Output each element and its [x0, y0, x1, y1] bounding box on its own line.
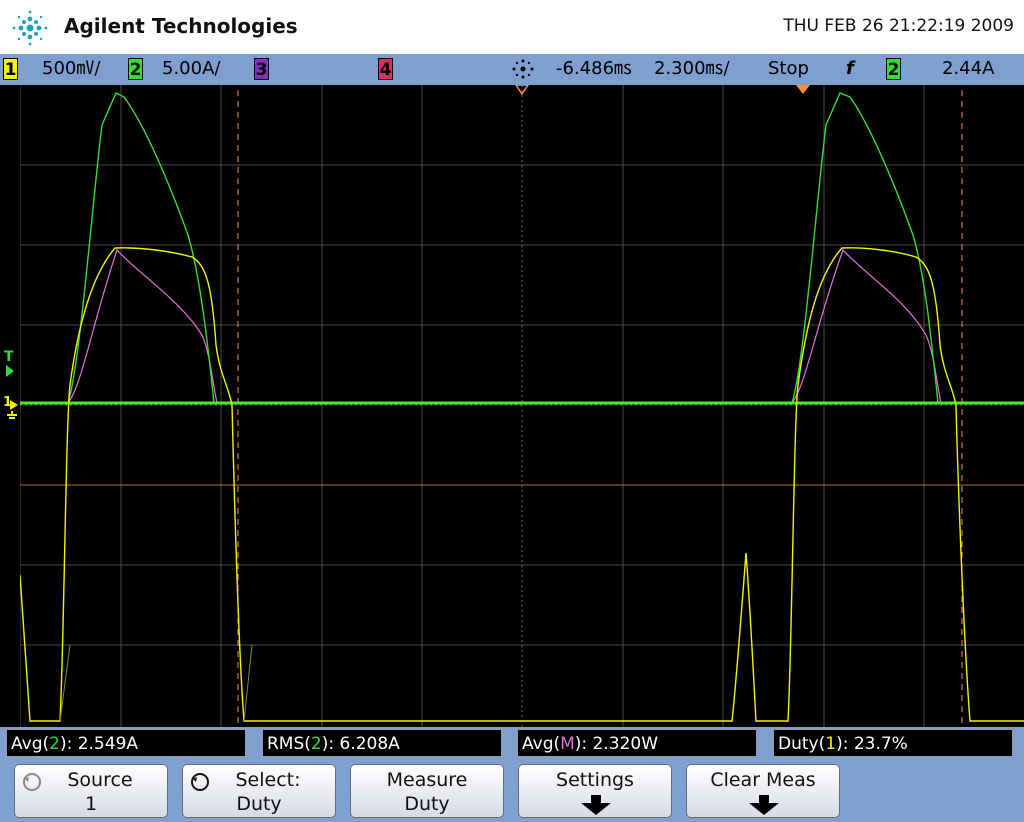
measurement-rms-ch2[interactable]: RMS(2): 6.208A: [262, 729, 502, 757]
channel-1-scale[interactable]: 500㎷/: [42, 58, 100, 80]
select-softkey[interactable]: Select: Duty: [182, 764, 336, 818]
meas-value: ): 6.208A: [321, 734, 400, 754]
channel-3-key[interactable]: 3: [254, 58, 269, 80]
time-reference-icon: [512, 59, 534, 79]
trigger-arrow-icon: [6, 365, 14, 377]
meas-prefix: Avg(: [11, 734, 50, 754]
ground-icon: [7, 400, 18, 419]
select-softkey-value: Duty: [236, 793, 282, 815]
meas-source: M: [560, 734, 575, 754]
graticule: [20, 85, 1024, 727]
softkey-bar: Source 1 Select: Duty Measure Duty Setti…: [0, 760, 1024, 822]
source-softkey[interactable]: Source 1: [14, 764, 168, 818]
meas-value: ): 2.320W: [574, 734, 659, 754]
measure-softkey-value: Duty: [404, 793, 450, 815]
math-trace: [67, 248, 218, 404]
date-time: THU FEB 26 21:22:19 2009: [783, 16, 1014, 36]
measurement-duty-ch1[interactable]: Duty(1): 23.7%: [773, 729, 1013, 757]
time-scale[interactable]: 2.300㎳/: [654, 58, 730, 80]
meas-prefix: Avg(: [522, 734, 561, 754]
status-bar: 1 500㎷/ 2 5.00A/ 3 4 -6.486㎳ 2.300㎳/ Sto…: [0, 54, 1024, 85]
channel-4-key[interactable]: 4: [378, 58, 393, 80]
waveform-display[interactable]: T 1: [0, 85, 1024, 727]
measurement-avg-math[interactable]: Avg(M): 2.320W: [517, 729, 757, 757]
source-softkey-value: 1: [84, 793, 98, 815]
clear-meas-softkey-label: Clear Meas: [710, 769, 816, 791]
clear-meas-softkey[interactable]: Clear Meas: [686, 764, 840, 818]
trigger-level-marker[interactable]: T: [4, 349, 14, 365]
measurement-avg-ch2[interactable]: Avg(2): 2.549A: [6, 729, 246, 757]
meas-prefix: RMS(: [267, 734, 311, 754]
channel-1-key[interactable]: 1: [3, 58, 18, 80]
meas-source: 2: [310, 734, 322, 754]
meas-value: ): 23.7%: [836, 734, 908, 754]
source-softkey-label: Source: [67, 769, 133, 791]
channel-2-scale[interactable]: 5.00A/: [162, 58, 220, 80]
measure-softkey[interactable]: Measure Duty: [350, 764, 504, 818]
channel-2-key[interactable]: 2: [128, 58, 143, 80]
meas-prefix: Duty(: [778, 734, 826, 754]
trigger-slope-icon: f: [846, 58, 854, 79]
trigger-source[interactable]: 2: [886, 58, 901, 80]
time-delay[interactable]: -6.486㎳: [556, 58, 632, 80]
settings-softkey-label: Settings: [556, 769, 634, 791]
math-trace-2: [791, 248, 942, 404]
submenu-arrow-icon: [749, 795, 779, 815]
meas-value: ): 2.549A: [59, 734, 139, 754]
meas-source: 2: [49, 734, 60, 754]
channel-1-persistence: [59, 644, 253, 722]
trigger-level[interactable]: 2.44A: [942, 58, 994, 80]
header-bar: Agilent Technologies THU FEB 26 21:22:19…: [0, 0, 1024, 54]
measurement-bar: Avg(2): 2.549A RMS(2): 6.208A Avg(M): 2.…: [0, 727, 1024, 760]
brand-title: Agilent Technologies: [64, 14, 298, 38]
settings-softkey[interactable]: Settings: [518, 764, 672, 818]
run-state[interactable]: Stop: [768, 58, 809, 80]
measure-softkey-label: Measure: [386, 769, 468, 791]
agilent-spark-logo-icon: [12, 10, 48, 46]
meas-source: 1: [825, 734, 837, 754]
select-softkey-label: Select:: [235, 769, 301, 791]
trigger-position-marker-icon: [796, 85, 810, 94]
submenu-arrow-icon: [581, 795, 611, 815]
